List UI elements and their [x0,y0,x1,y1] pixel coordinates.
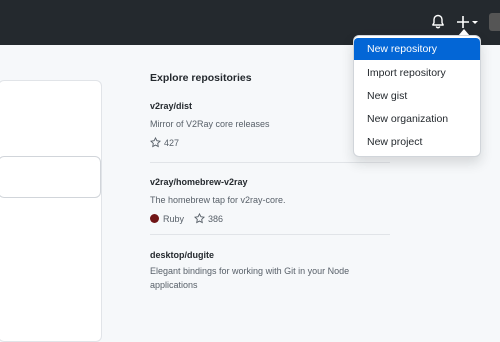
language-color-dot [150,214,159,223]
left-panel-input[interactable] [0,156,101,198]
repo-item: v2ray/homebrew-v2ray The homebrew tap fo… [150,177,390,224]
explore-title: Explore repositories [150,72,252,84]
repo-item: desktop/dugite Elegant bindings for work… [150,250,390,292]
bell-icon[interactable] [430,14,446,30]
left-panel-card [0,80,102,342]
avatar[interactable] [489,13,500,31]
repo-meta: Ruby 386 [150,213,390,224]
menu-item-new-project[interactable]: New project [354,131,480,153]
star-icon[interactable] [150,137,161,148]
menu-item-new-gist[interactable]: New gist [354,85,480,107]
star-icon[interactable] [194,213,205,224]
repo-name[interactable]: v2ray/homebrew-v2ray [150,177,390,187]
repo-language: Ruby [163,213,185,224]
repo-stars[interactable]: 386 [208,214,223,224]
divider [150,234,390,235]
menu-item-new-organization[interactable]: New organization [354,108,480,130]
repo-name[interactable]: desktop/dugite [150,250,390,260]
repo-description: The homebrew tap for v2ray-core. [150,195,286,205]
menu-item-import-repository[interactable]: Import repository [354,62,480,84]
menu-item-new-repository[interactable]: New repository [354,38,480,60]
repo-description: Elegant bindings for working with Git in… [150,266,350,290]
divider [150,162,390,163]
new-dropdown-menu: New repository Import repository New gis… [353,35,481,157]
repo-stars[interactable]: 427 [164,138,179,148]
